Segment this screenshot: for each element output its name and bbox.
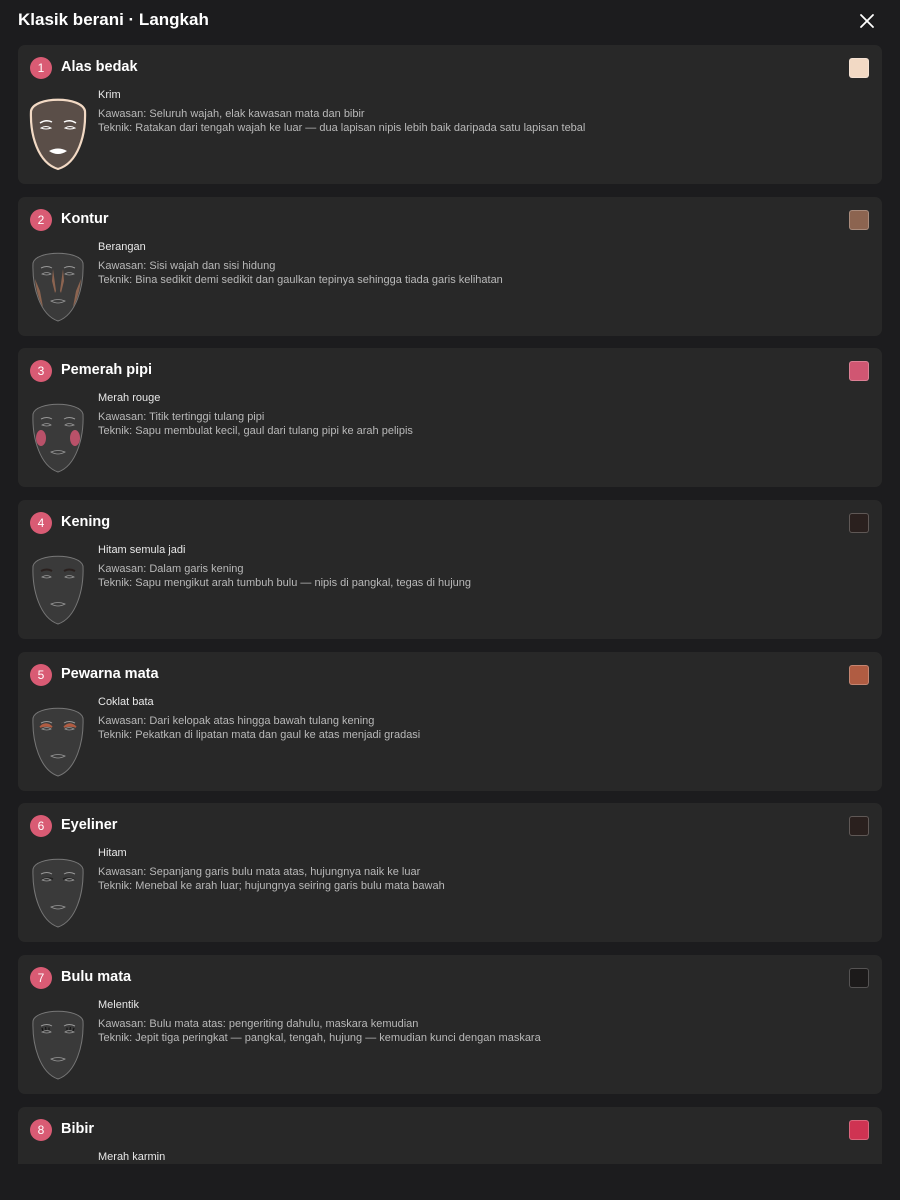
area-text: Kawasan: Dalam garis kening	[98, 563, 244, 575]
step-number: 3	[30, 360, 52, 382]
step-card[interactable]: 7 Bulu mata Melentik Kawasan: Bulu mata …	[18, 955, 882, 1094]
step-title: Eyeliner	[61, 817, 118, 833]
step-number: 6	[30, 815, 52, 837]
product-name: Berangan	[98, 241, 146, 253]
area-text: Kawasan: Sepanjang garis bulu mata atas,…	[98, 866, 421, 878]
color-swatch[interactable]	[849, 1120, 869, 1140]
color-swatch[interactable]	[849, 665, 869, 685]
area-text: Kawasan: Dari kelopak atas hingga bawah …	[98, 715, 375, 727]
face-eyeliner-icon	[32, 858, 84, 928]
color-swatch[interactable]	[849, 361, 869, 381]
technique-text: Teknik: Sapu mengikut arah tumbuh bulu —…	[98, 577, 472, 589]
area-text: Kawasan: Seluruh wajah, elak kawasan mat…	[98, 108, 365, 120]
step-card[interactable]: 2 Kontur Berangan Kawasan: Sisi wajah da…	[18, 197, 882, 336]
technique-text: Teknik: Sapu membulat kecil, gaul dari t…	[98, 425, 413, 437]
step-number: 8	[30, 1119, 52, 1141]
area-text: Kawasan: Titik tertinggi tulang pipi	[98, 411, 265, 423]
step-title: Pewarna mata	[61, 666, 159, 682]
product-name: Melentik	[98, 999, 139, 1011]
color-swatch[interactable]	[849, 210, 869, 230]
page-title: Klasik berani · Langkah	[18, 10, 209, 29]
step-number: 1	[30, 57, 52, 79]
product-name: Coklat bata	[98, 696, 154, 708]
step-number: 7	[30, 967, 52, 989]
face-lashes-icon	[32, 1010, 84, 1080]
face-brow-icon	[32, 555, 84, 625]
step-number: 5	[30, 664, 52, 686]
close-icon[interactable]	[856, 10, 878, 32]
step-title: Bibir	[61, 1121, 95, 1137]
step-card[interactable]: 8 Bibir Merah karmin	[18, 1107, 882, 1164]
step-card[interactable]: 3 Pemerah pipi Merah rouge Kawasan: Titi…	[18, 348, 882, 487]
step-number: 2	[30, 209, 52, 231]
steps-list[interactable]: 1 Alas bedak Krim Kawasan: Seluruh wajah…	[18, 45, 882, 1164]
step-card[interactable]: 4 Kening Hitam semula jadi Kawasan: Dala…	[18, 500, 882, 639]
step-number: 4	[30, 512, 52, 534]
technique-text: Teknik: Bina sedikit demi sedikit dan ga…	[98, 274, 503, 286]
color-swatch[interactable]	[849, 58, 869, 78]
technique-text: Teknik: Menebal ke arah luar; hujungnya …	[98, 880, 445, 892]
area-text: Kawasan: Bulu mata atas: pengeriting dah…	[98, 1018, 419, 1030]
step-title: Kontur	[61, 211, 109, 227]
color-swatch[interactable]	[849, 513, 869, 533]
header: Klasik berani · Langkah	[0, 0, 900, 44]
technique-text: Teknik: Pekatkan di lipatan mata dan gau…	[98, 729, 421, 741]
product-name: Hitam	[98, 847, 127, 859]
product-name: Merah rouge	[98, 392, 161, 404]
technique-text: Teknik: Jepit tiga peringkat — pangkal, …	[98, 1032, 541, 1044]
step-title: Bulu mata	[61, 969, 132, 985]
product-name: Merah karmin	[98, 1151, 166, 1163]
step-title: Alas bedak	[61, 59, 138, 75]
step-title: Pemerah pipi	[61, 362, 153, 378]
step-title: Kening	[61, 514, 111, 530]
face-foundation-icon	[29, 98, 87, 171]
product-name: Hitam semula jadi	[98, 544, 186, 556]
step-card[interactable]: 6 Eyeliner Hitam Kawasan: Sepanjang gari…	[18, 803, 882, 942]
face-eyeshadow-icon	[32, 707, 84, 777]
face-contour-icon	[32, 252, 84, 322]
step-card[interactable]: 1 Alas bedak Krim Kawasan: Seluruh wajah…	[18, 45, 882, 184]
product-name: Krim	[98, 89, 121, 101]
technique-text: Teknik: Ratakan dari tengah wajah ke lua…	[98, 122, 586, 134]
color-swatch[interactable]	[849, 816, 869, 836]
face-blush-icon	[32, 403, 84, 473]
step-card[interactable]: 5 Pewarna mata Coklat bata Kawasan: Dari…	[18, 652, 882, 791]
color-swatch[interactable]	[849, 968, 869, 988]
area-text: Kawasan: Sisi wajah dan sisi hidung	[98, 260, 276, 272]
